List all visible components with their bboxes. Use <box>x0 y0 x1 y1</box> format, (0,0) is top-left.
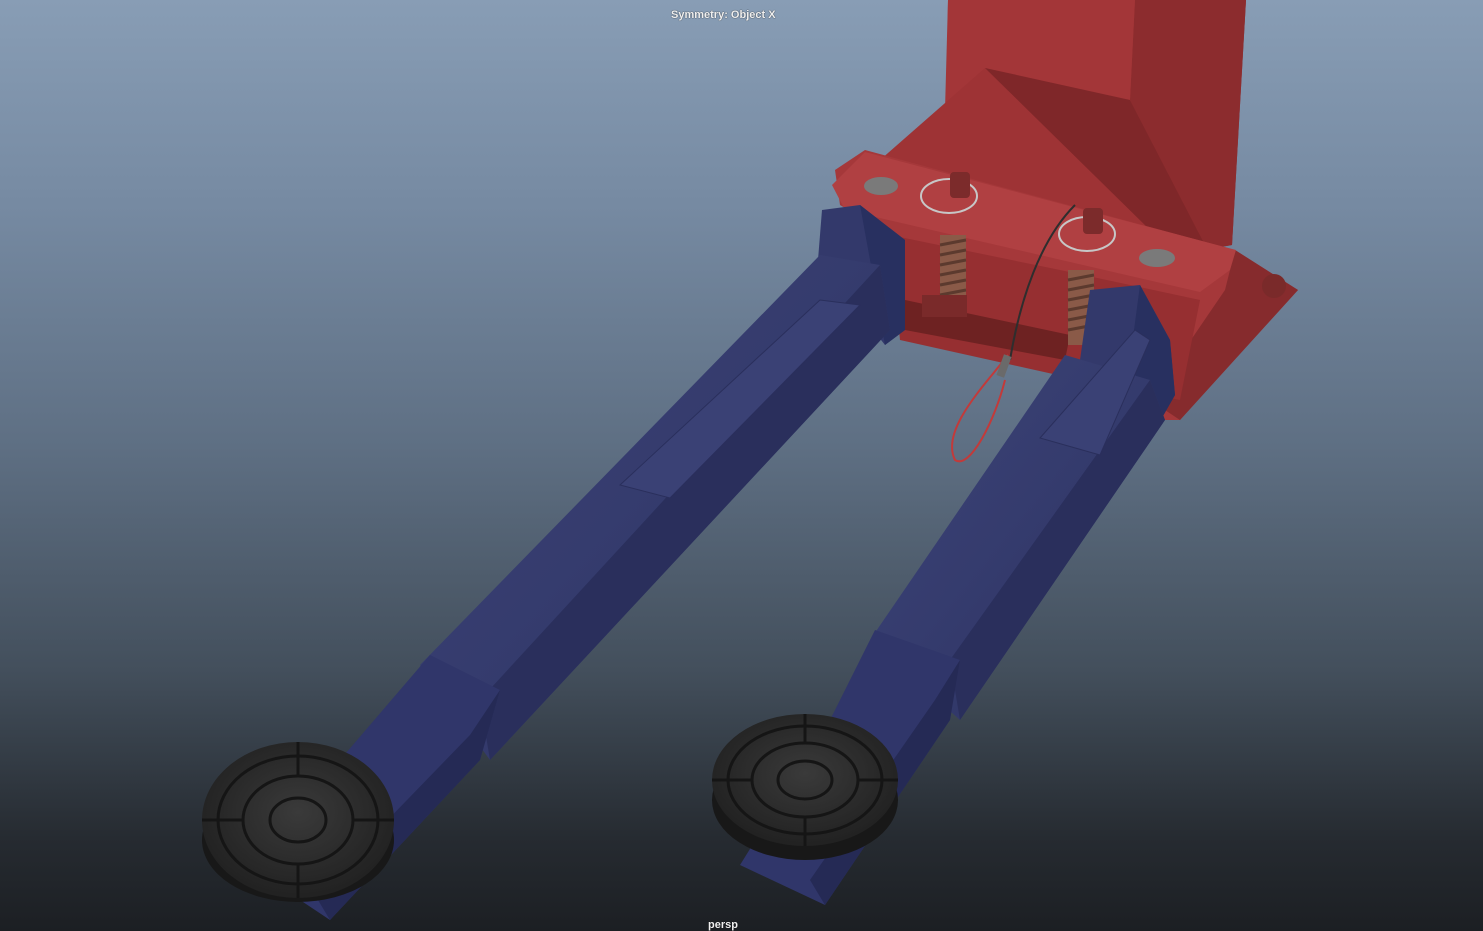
scene-render[interactable] <box>0 0 1483 931</box>
rubber-pad-right[interactable] <box>712 714 898 860</box>
bolt-head <box>1139 249 1175 267</box>
bolt-head <box>864 177 898 195</box>
symmetry-status: Symmetry: Object X <box>671 9 776 21</box>
anchor-nut <box>1262 274 1286 298</box>
camera-name: persp <box>708 919 738 931</box>
rubber-pad-left[interactable] <box>202 742 394 902</box>
maya-viewport[interactable]: Symmetry: Object X persp <box>0 0 1483 931</box>
